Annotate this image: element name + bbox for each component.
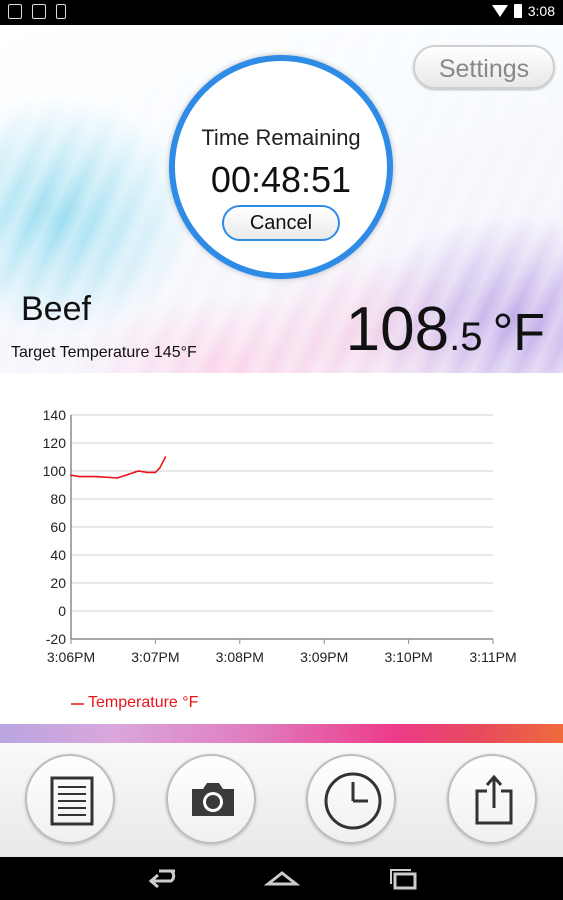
current-temperature-decimal: .5: [449, 315, 483, 359]
y-tick-label: -20: [46, 631, 66, 647]
y-tick-label: 20: [50, 575, 66, 591]
legend-label: Temperature °F: [88, 694, 199, 711]
current-temperature-integer: 108: [345, 295, 450, 364]
y-tick-label: 80: [50, 491, 66, 507]
camera-icon: [192, 783, 234, 816]
data-point: [70, 474, 72, 476]
app-notification-icon: [8, 4, 22, 19]
y-tick-label: 120: [43, 435, 67, 451]
x-tick-label: 3:08PM: [216, 649, 264, 665]
series-line-temperature: [70, 456, 167, 479]
y-tick-label: 140: [43, 407, 67, 423]
food-name: Beef: [21, 290, 91, 328]
data-point: [95, 475, 98, 478]
clock-icon: [324, 772, 382, 830]
bottom-toolbar: [0, 743, 563, 857]
timer-circle: Time Remaining 00:48:51 Cancel: [169, 55, 393, 279]
notes-icon: [50, 776, 94, 826]
data-point: [78, 475, 81, 478]
status-bar: 3:08: [0, 0, 563, 25]
image-notification-icon: [32, 4, 46, 19]
camera-button[interactable]: [166, 754, 256, 844]
y-tick-label: 40: [50, 547, 66, 563]
cancel-button[interactable]: Cancel: [222, 205, 340, 241]
data-point: [146, 471, 148, 474]
navigation-bar: [0, 857, 563, 900]
temperature-chart: 140 120 100 80 60 40 20 0 -20 3:06PM 3:07PM 3:08PM 3…: [0, 373, 563, 723]
color-strip: [0, 724, 563, 743]
y-tick-label: 60: [50, 519, 66, 535]
x-tick-label: 3:10PM: [384, 649, 432, 665]
x-tick-label: 3:11PM: [469, 649, 516, 665]
x-tick-label: 3:07PM: [131, 649, 179, 665]
back-icon[interactable]: [143, 857, 183, 900]
device-notification-icon: [56, 4, 66, 19]
share-button[interactable]: [447, 754, 537, 844]
current-temperature: 108.5 °F: [346, 294, 545, 365]
data-point: [164, 456, 167, 458]
timer-button[interactable]: [306, 754, 396, 844]
timer-label: Time Remaining: [201, 125, 361, 150]
x-tick-label: 3:09PM: [300, 649, 348, 665]
notes-button[interactable]: [25, 754, 115, 844]
settings-button[interactable]: Settings: [413, 45, 555, 89]
share-icon: [475, 774, 513, 825]
data-point: [129, 473, 131, 475]
data-point: [154, 471, 157, 474]
data-point: [116, 477, 119, 479]
timer-value: 00:48:51: [210, 159, 352, 200]
y-tick-label: 0: [58, 603, 66, 619]
current-temperature-unit: °F: [492, 304, 545, 362]
y-tick-label: 100: [43, 463, 67, 479]
wifi-icon: [491, 5, 508, 17]
battery-icon: [513, 4, 522, 18]
recent-apps-icon[interactable]: [383, 857, 423, 900]
data-point: [137, 470, 140, 472]
target-temperature: Target Temperature 145°F: [11, 344, 197, 361]
data-point: [158, 467, 161, 469]
x-tick-label: 3:06PM: [47, 649, 95, 665]
home-icon[interactable]: [262, 857, 302, 900]
status-time: 3:08: [527, 3, 555, 19]
